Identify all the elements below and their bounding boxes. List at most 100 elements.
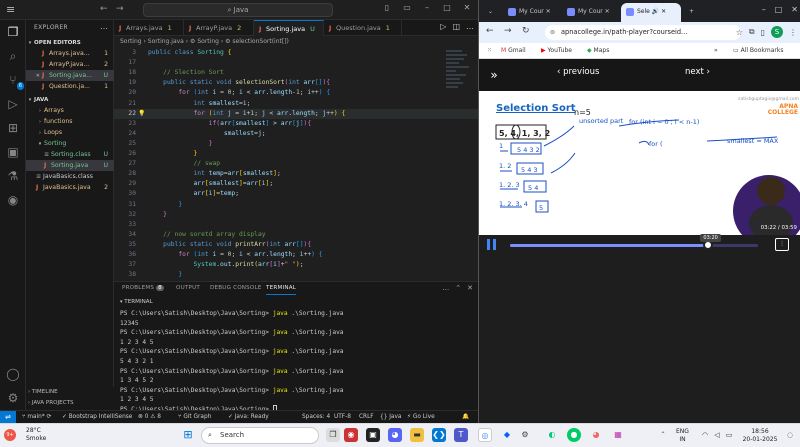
tree-item[interactable]: › Loops	[26, 127, 114, 138]
code-line[interactable]: 3 public class Sorting {	[114, 48, 478, 58]
code-line[interactable]: 32 }	[114, 210, 478, 220]
live-share-icon[interactable]: ◉	[5, 192, 21, 208]
tree-item[interactable]: › functions	[26, 116, 114, 127]
code-editor[interactable]: 3 public class Sorting {17 18 // Slection …	[114, 47, 478, 281]
tray-chevron-icon[interactable]: ⌃	[656, 428, 670, 442]
timeline-section[interactable]: › TIMELINE	[26, 387, 114, 398]
minimap[interactable]	[446, 50, 472, 110]
code-line[interactable]: 28 int temp=arr[smallest];	[114, 169, 478, 179]
extensions-icon[interactable]: ⊞	[5, 120, 21, 136]
open-editor-item[interactable]: J Arrays.java... 1	[26, 48, 114, 59]
toggle-sidebar-icon[interactable]: ▯	[380, 3, 394, 12]
java-status[interactable]: ✓ Java: Ready	[228, 411, 269, 423]
code-line[interactable]: 34 // now soretd array display	[114, 230, 478, 240]
maximize-icon[interactable]: □	[775, 5, 783, 14]
editor-tab[interactable]: J Sorting.java U	[254, 20, 324, 36]
forward-icon[interactable]: →	[504, 26, 512, 36]
maximize-icon[interactable]: □	[440, 3, 454, 12]
taskbar-search[interactable]: ⌕ Search	[201, 427, 319, 444]
close-icon[interactable]: ✕	[460, 3, 474, 12]
code-line[interactable]: 29 arr[smallest]=arr[i];	[114, 179, 478, 189]
open-editors-header[interactable]: ▾ OPEN EDITORS	[26, 37, 114, 48]
open-editor-item[interactable]: J ArrayP.java... 2	[26, 59, 114, 70]
source-control-icon[interactable]: ⑂ 6	[5, 72, 24, 90]
code-line[interactable]: 21 int smallest=i;	[114, 99, 478, 109]
all-bookmarks[interactable]: ▭ All Bookmarks	[733, 43, 783, 59]
code-line[interactable]: 31 }	[114, 200, 478, 210]
editor-tab[interactable]: J ArrayP.java 2	[184, 20, 254, 36]
app-icon-5[interactable]: ▦	[611, 428, 625, 442]
video-frame[interactable]: Selection Sort n=5 satishguptagis@gmail.…	[479, 91, 800, 235]
branch-status[interactable]: ⑂ main* ⟳	[22, 411, 51, 423]
more-icon[interactable]: …	[466, 22, 474, 31]
app-icon-1[interactable]: ◉	[344, 428, 358, 442]
tree-item[interactable]: J Sorting.java U	[26, 160, 114, 171]
seek-bar[interactable]: 03:20	[510, 234, 758, 250]
code-line[interactable]: 20 for (int i = 0; i < arr.length-1; i++…	[114, 88, 478, 98]
code-line[interactable]: 33	[114, 220, 478, 230]
code-line[interactable]: 22 💡 for (int j = i+1; j < arr.length; j+…	[114, 108, 478, 119]
encoding-status[interactable]: UTF-8	[334, 411, 351, 423]
code-line[interactable]: 36 for (int i = 0; i < arr.length; i++) …	[114, 250, 478, 260]
sidebar-icon[interactable]: ▯	[761, 28, 765, 37]
run-icon[interactable]: ▷	[440, 22, 446, 31]
code-line[interactable]: 18 // Slection Sort	[114, 68, 478, 78]
new-tab-icon[interactable]: +	[684, 3, 698, 22]
discord-icon[interactable]: ◕	[388, 428, 402, 442]
git-graph-status[interactable]: ⑂ Git Graph	[178, 411, 211, 423]
editor-tab[interactable]: J Arrays.java 1	[114, 20, 184, 36]
tree-item[interactable]: › Arrays	[26, 105, 114, 116]
file-explorer-icon[interactable]: ▬	[410, 428, 424, 442]
close-panel-icon[interactable]: ✕	[467, 284, 473, 292]
open-editor-item[interactable]: J Question.ja... 1	[26, 81, 114, 92]
search-icon[interactable]: ⌕	[5, 48, 21, 64]
account-icon[interactable]: ◯	[5, 366, 21, 382]
java-root-header[interactable]: ▾ JAVA	[26, 94, 114, 105]
code-line[interactable]: 24 smallest=j;	[114, 129, 478, 139]
code-line[interactable]: 38 }	[114, 270, 478, 280]
more-bookmarks-icon[interactable]: »	[714, 43, 718, 59]
code-line[interactable]: 27 // swap	[114, 159, 478, 169]
manage-gear-icon[interactable]: ⚙	[5, 390, 21, 406]
notifications-icon[interactable]: ◌	[783, 428, 797, 442]
edge-icon[interactable]: ◐	[545, 428, 559, 442]
tab-output[interactable]: OUTPUT	[176, 282, 200, 295]
run-debug-icon[interactable]: ▷	[5, 96, 21, 112]
go-live-status[interactable]: ⚡ Go Live	[407, 411, 435, 423]
remote-explorer-icon[interactable]: ▣	[5, 144, 21, 160]
bookmark-youtube[interactable]: ▶ YouTube	[541, 43, 572, 59]
maximize-panel-icon[interactable]: ⌃	[455, 284, 461, 292]
tab-problems[interactable]: PROBLEMS 8	[122, 282, 164, 295]
pause-icon[interactable]	[487, 239, 497, 250]
battery-icon[interactable]: ▭	[722, 428, 736, 442]
tab-terminal[interactable]: TERMINAL	[266, 282, 297, 295]
chrome-tab-1[interactable]: My Cour ✕	[503, 3, 558, 22]
bookmark-star-icon[interactable]: ☆	[736, 28, 743, 37]
tree-item[interactable]: ≡ Sorting.class U	[26, 149, 114, 160]
code-line[interactable]: 30 arr[i]=temp;	[114, 189, 478, 199]
code-line[interactable]: 17	[114, 58, 478, 68]
tree-item[interactable]: ▾ Sorting	[26, 138, 114, 149]
editor-tab[interactable]: J Question.java 1	[324, 20, 402, 36]
bookmark-gmail[interactable]: M Gmail	[501, 43, 526, 59]
chrome-taskbar-icon[interactable]: ◎	[478, 428, 492, 442]
profile-avatar[interactable]: S	[771, 26, 783, 38]
code-line[interactable]: 37 System.out.print(arr[i]+" ");	[114, 260, 478, 270]
chrome-menu-icon[interactable]: ⋮	[789, 28, 797, 37]
clock[interactable]: 18:56 20-01-2025	[740, 428, 780, 444]
start-windows-icon[interactable]: ⊞	[181, 428, 195, 442]
chrome-tab-3-active[interactable]: Sele 🔊 ✕	[621, 3, 681, 22]
command-center-search[interactable]: ⌕ Java	[143, 3, 333, 17]
tab-debug-console[interactable]: DEBUG CONSOLE	[210, 282, 262, 295]
dropbox-icon[interactable]: ◆	[500, 428, 514, 442]
more-icon[interactable]: …	[442, 284, 449, 292]
tree-item[interactable]: ≡ JavaBasics.class	[26, 171, 114, 182]
settings-sliders-icon[interactable]: ⫶	[775, 238, 789, 251]
previous-button[interactable]: ‹ previous	[557, 67, 599, 77]
problems-status[interactable]: ⊗ 0 ⚠ 8	[138, 411, 161, 423]
chrome-tab-2[interactable]: My Cour ✕	[562, 3, 617, 22]
minimize-icon[interactable]: –	[762, 5, 766, 14]
notifications-bell-icon[interactable]: 🔔	[462, 411, 469, 423]
back-icon[interactable]: ←	[486, 26, 494, 36]
expand-menu-icon[interactable]: »	[483, 65, 505, 85]
